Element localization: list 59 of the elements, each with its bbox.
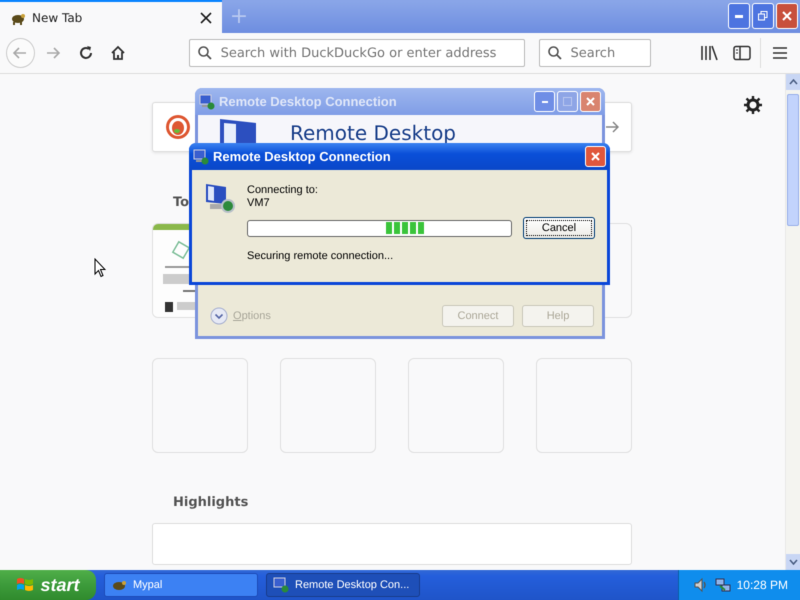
section-heading: Highlights [173, 495, 248, 510]
scrollbar[interactable] [785, 74, 800, 570]
browser-tab[interactable]: New Tab [0, 0, 222, 33]
search-icon [196, 45, 213, 61]
windows-flag-icon [16, 576, 34, 594]
marquee-blocks-icon [386, 222, 426, 234]
minimize-button[interactable] [728, 3, 750, 29]
empty-tile[interactable] [408, 358, 504, 453]
close-button[interactable] [585, 146, 606, 167]
scroll-up-icon[interactable] [788, 79, 798, 85]
empty-tile[interactable] [280, 358, 376, 453]
address-field[interactable]: Search with DuckDuckGo or enter address [188, 39, 525, 67]
close-icon [586, 97, 595, 106]
forward-arrow-icon [45, 45, 62, 61]
title-bar: Remote Desktop Connection [195, 88, 605, 115]
status-text: Securing remote connection... [247, 250, 394, 262]
back-arrow-icon [12, 45, 28, 61]
restore-icon [758, 11, 768, 21]
scroll-thumb[interactable] [787, 94, 799, 226]
connecting-label: Connecting to: [247, 184, 319, 196]
minimize-icon [542, 100, 548, 102]
host-name: VM7 [247, 197, 271, 209]
close-button[interactable] [776, 3, 798, 29]
start-button[interactable]: start [0, 570, 96, 600]
scroll-down-icon[interactable] [788, 559, 798, 565]
sidebar-icon [733, 45, 752, 61]
section-heading: To [173, 195, 190, 210]
close-icon [591, 152, 600, 161]
computer-icon [204, 182, 236, 214]
cancel-button[interactable]: Cancel [523, 217, 595, 239]
search-field[interactable]: Search [538, 39, 652, 67]
reload-icon [78, 45, 94, 61]
arrow-right-icon[interactable] [605, 120, 619, 134]
menu-icon [772, 46, 788, 60]
title-bar: Remote Desktop Connection [189, 143, 610, 170]
empty-tile[interactable] [152, 358, 248, 453]
computer-icon [199, 94, 215, 110]
computer-icon [273, 577, 289, 593]
library-icon [700, 45, 718, 61]
clock: 10:28 PM [736, 578, 788, 592]
banner-title: Remote Desktop [290, 121, 456, 145]
network-icon[interactable] [714, 577, 731, 593]
taskbar-button[interactable]: Mypal [104, 573, 258, 597]
duck-logo-icon [165, 114, 191, 140]
computer-icon [193, 148, 209, 164]
restore-button[interactable] [752, 3, 774, 29]
options-button[interactable]: Options [210, 307, 271, 325]
close-icon [782, 11, 792, 21]
maximize-icon [563, 97, 572, 106]
minimize-icon [735, 14, 743, 18]
mouse-pointer-icon [94, 258, 106, 278]
empty-tile[interactable] [536, 358, 632, 453]
close-icon[interactable] [200, 12, 212, 24]
settings-icon[interactable] [744, 96, 762, 114]
taskbar-button[interactable]: Remote Desktop Con... [266, 573, 420, 597]
search-icon [546, 45, 563, 61]
expand-icon [210, 307, 228, 325]
back-button[interactable] [6, 38, 35, 68]
home-icon [110, 45, 126, 61]
